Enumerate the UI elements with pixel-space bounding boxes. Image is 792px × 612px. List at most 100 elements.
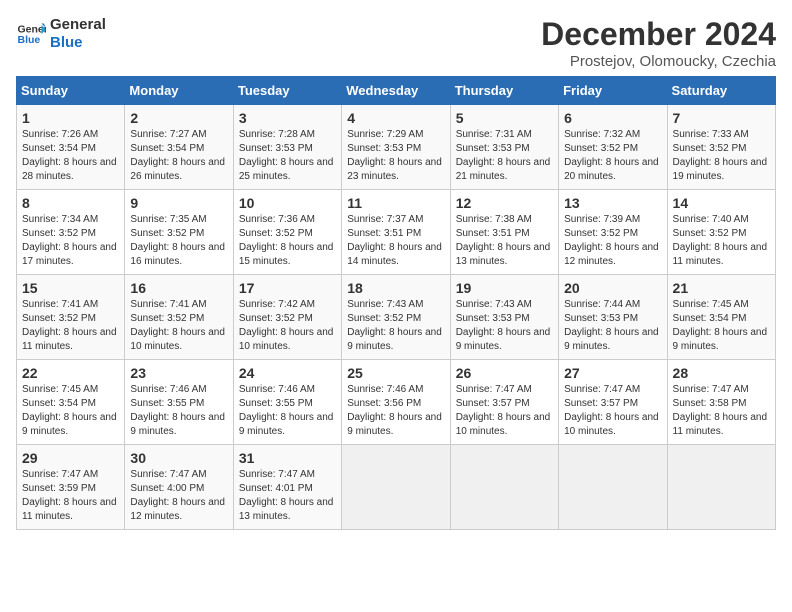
calendar-cell: 29 Sunrise: 7:47 AMSunset: 3:59 PMDayligh… (17, 445, 125, 530)
cell-info: Sunrise: 7:26 AMSunset: 3:54 PMDaylight:… (22, 129, 117, 182)
day-number: 17 (239, 280, 336, 296)
page-header: General Blue General Blue December 2024 … (16, 16, 776, 70)
day-number: 23 (130, 365, 227, 381)
cell-info: Sunrise: 7:46 AMSunset: 3:55 PMDaylight:… (130, 384, 225, 437)
cell-info: Sunrise: 7:47 AMSunset: 3:57 PMDaylight:… (564, 384, 659, 437)
calendar-cell: 14 Sunrise: 7:40 AMSunset: 3:52 PMDayligh… (667, 190, 775, 275)
cell-info: Sunrise: 7:43 AMSunset: 3:53 PMDaylight:… (456, 299, 551, 352)
cell-info: Sunrise: 7:45 AMSunset: 3:54 PMDaylight:… (673, 299, 768, 352)
cell-info: Sunrise: 7:38 AMSunset: 3:51 PMDaylight:… (456, 214, 551, 267)
calendar-cell: 27 Sunrise: 7:47 AMSunset: 3:57 PMDayligh… (559, 360, 667, 445)
day-header-wednesday: Wednesday (342, 77, 450, 105)
month-title: December 2024 (541, 16, 776, 53)
cell-info: Sunrise: 7:42 AMSunset: 3:52 PMDaylight:… (239, 299, 334, 352)
day-number: 29 (22, 450, 119, 466)
day-number: 4 (347, 110, 444, 126)
calendar-cell: 5 Sunrise: 7:31 AMSunset: 3:53 PMDaylight… (450, 105, 558, 190)
calendar-cell (450, 445, 558, 530)
cell-info: Sunrise: 7:46 AMSunset: 3:56 PMDaylight:… (347, 384, 442, 437)
day-number: 6 (564, 110, 661, 126)
cell-info: Sunrise: 7:28 AMSunset: 3:53 PMDaylight:… (239, 129, 334, 182)
cell-info: Sunrise: 7:41 AMSunset: 3:52 PMDaylight:… (130, 299, 225, 352)
day-number: 7 (673, 110, 770, 126)
day-header-friday: Friday (559, 77, 667, 105)
day-number: 15 (22, 280, 119, 296)
calendar-week-5: 29 Sunrise: 7:47 AMSunset: 3:59 PMDayligh… (17, 445, 776, 530)
calendar-cell: 11Sunrise: 7:37 AMSunset: 3:51 PMDayligh… (342, 190, 450, 275)
calendar-cell: 24 Sunrise: 7:46 AMSunset: 3:55 PMDayligh… (233, 360, 341, 445)
calendar-week-1: 1 Sunrise: 7:26 AMSunset: 3:54 PMDaylight… (17, 105, 776, 190)
calendar-cell: 2Sunrise: 7:27 AMSunset: 3:54 PMDaylight… (125, 105, 233, 190)
day-number: 9 (130, 195, 227, 211)
calendar-cell: 19 Sunrise: 7:43 AMSunset: 3:53 PMDayligh… (450, 275, 558, 360)
calendar-cell: 10Sunrise: 7:36 AMSunset: 3:52 PMDayligh… (233, 190, 341, 275)
calendar-week-4: 22 Sunrise: 7:45 AMSunset: 3:54 PMDayligh… (17, 360, 776, 445)
day-header-tuesday: Tuesday (233, 77, 341, 105)
cell-info: Sunrise: 7:47 AMSunset: 4:01 PMDaylight:… (239, 469, 334, 522)
day-number: 16 (130, 280, 227, 296)
calendar-cell: 17 Sunrise: 7:42 AMSunset: 3:52 PMDayligh… (233, 275, 341, 360)
calendar-cell: 1 Sunrise: 7:26 AMSunset: 3:54 PMDaylight… (17, 105, 125, 190)
calendar-cell: 18Sunrise: 7:43 AMSunset: 3:52 PMDayligh… (342, 275, 450, 360)
cell-info: Sunrise: 7:44 AMSunset: 3:53 PMDaylight:… (564, 299, 659, 352)
calendar-cell: 12 Sunrise: 7:38 AMSunset: 3:51 PMDayligh… (450, 190, 558, 275)
calendar-cell: 26Sunrise: 7:47 AMSunset: 3:57 PMDayligh… (450, 360, 558, 445)
cell-info: Sunrise: 7:47 AMSunset: 4:00 PMDaylight:… (130, 469, 225, 522)
logo: General Blue General Blue (16, 16, 106, 52)
cell-info: Sunrise: 7:45 AMSunset: 3:54 PMDaylight:… (22, 384, 117, 437)
title-area: December 2024 Prostejov, Olomoucky, Czec… (541, 16, 776, 70)
calendar-week-2: 8 Sunrise: 7:34 AMSunset: 3:52 PMDaylight… (17, 190, 776, 275)
cell-info: Sunrise: 7:40 AMSunset: 3:52 PMDaylight:… (673, 214, 768, 267)
day-number: 1 (22, 110, 119, 126)
calendar-cell: 21 Sunrise: 7:45 AMSunset: 3:54 PMDayligh… (667, 275, 775, 360)
day-number: 20 (564, 280, 661, 296)
calendar-body: 1 Sunrise: 7:26 AMSunset: 3:54 PMDaylight… (17, 105, 776, 530)
calendar-cell: 7 Sunrise: 7:33 AMSunset: 3:52 PMDaylight… (667, 105, 775, 190)
calendar-cell: 16 Sunrise: 7:41 AMSunset: 3:52 PMDayligh… (125, 275, 233, 360)
day-number: 31 (239, 450, 336, 466)
cell-info: Sunrise: 7:31 AMSunset: 3:53 PMDaylight:… (456, 129, 551, 182)
location-subtitle: Prostejov, Olomoucky, Czechia (541, 53, 776, 70)
day-number: 24 (239, 365, 336, 381)
day-number: 14 (673, 195, 770, 211)
cell-info: Sunrise: 7:33 AMSunset: 3:52 PMDaylight:… (673, 129, 768, 182)
calendar-cell: 28 Sunrise: 7:47 AMSunset: 3:58 PMDayligh… (667, 360, 775, 445)
calendar-cell: 20 Sunrise: 7:44 AMSunset: 3:53 PMDayligh… (559, 275, 667, 360)
cell-info: Sunrise: 7:47 AMSunset: 3:59 PMDaylight:… (22, 469, 117, 522)
cell-info: Sunrise: 7:41 AMSunset: 3:52 PMDaylight:… (22, 299, 117, 352)
day-number: 11 (347, 195, 444, 211)
svg-text:Blue: Blue (18, 34, 41, 46)
day-header-monday: Monday (125, 77, 233, 105)
calendar-table: SundayMondayTuesdayWednesdayThursdayFrid… (16, 76, 776, 530)
day-number: 22 (22, 365, 119, 381)
day-number: 19 (456, 280, 553, 296)
calendar-cell: 22 Sunrise: 7:45 AMSunset: 3:54 PMDayligh… (17, 360, 125, 445)
calendar-cell: 13Sunrise: 7:39 AMSunset: 3:52 PMDayligh… (559, 190, 667, 275)
cell-info: Sunrise: 7:35 AMSunset: 3:52 PMDaylight:… (130, 214, 225, 267)
cell-info: Sunrise: 7:32 AMSunset: 3:52 PMDaylight:… (564, 129, 659, 182)
day-number: 27 (564, 365, 661, 381)
day-number: 25 (347, 365, 444, 381)
cell-info: Sunrise: 7:47 AMSunset: 3:57 PMDaylight:… (456, 384, 551, 437)
cell-info: Sunrise: 7:47 AMSunset: 3:58 PMDaylight:… (673, 384, 768, 437)
cell-info: Sunrise: 7:46 AMSunset: 3:55 PMDaylight:… (239, 384, 334, 437)
day-number: 21 (673, 280, 770, 296)
day-header-sunday: Sunday (17, 77, 125, 105)
calendar-cell (667, 445, 775, 530)
day-number: 13 (564, 195, 661, 211)
calendar-cell: 30Sunrise: 7:47 AMSunset: 4:00 PMDayligh… (125, 445, 233, 530)
cell-info: Sunrise: 7:34 AMSunset: 3:52 PMDaylight:… (22, 214, 117, 267)
calendar-cell: 15 Sunrise: 7:41 AMSunset: 3:52 PMDayligh… (17, 275, 125, 360)
day-number: 18 (347, 280, 444, 296)
calendar-cell: 25 Sunrise: 7:46 AMSunset: 3:56 PMDayligh… (342, 360, 450, 445)
calendar-week-3: 15 Sunrise: 7:41 AMSunset: 3:52 PMDayligh… (17, 275, 776, 360)
day-number: 12 (456, 195, 553, 211)
cell-info: Sunrise: 7:36 AMSunset: 3:52 PMDaylight:… (239, 214, 334, 267)
day-number: 8 (22, 195, 119, 211)
calendar-cell: 31 Sunrise: 7:47 AMSunset: 4:01 PMDayligh… (233, 445, 341, 530)
day-number: 5 (456, 110, 553, 126)
calendar-cell (342, 445, 450, 530)
day-header-thursday: Thursday (450, 77, 558, 105)
logo-icon: General Blue (16, 19, 46, 49)
day-number: 28 (673, 365, 770, 381)
